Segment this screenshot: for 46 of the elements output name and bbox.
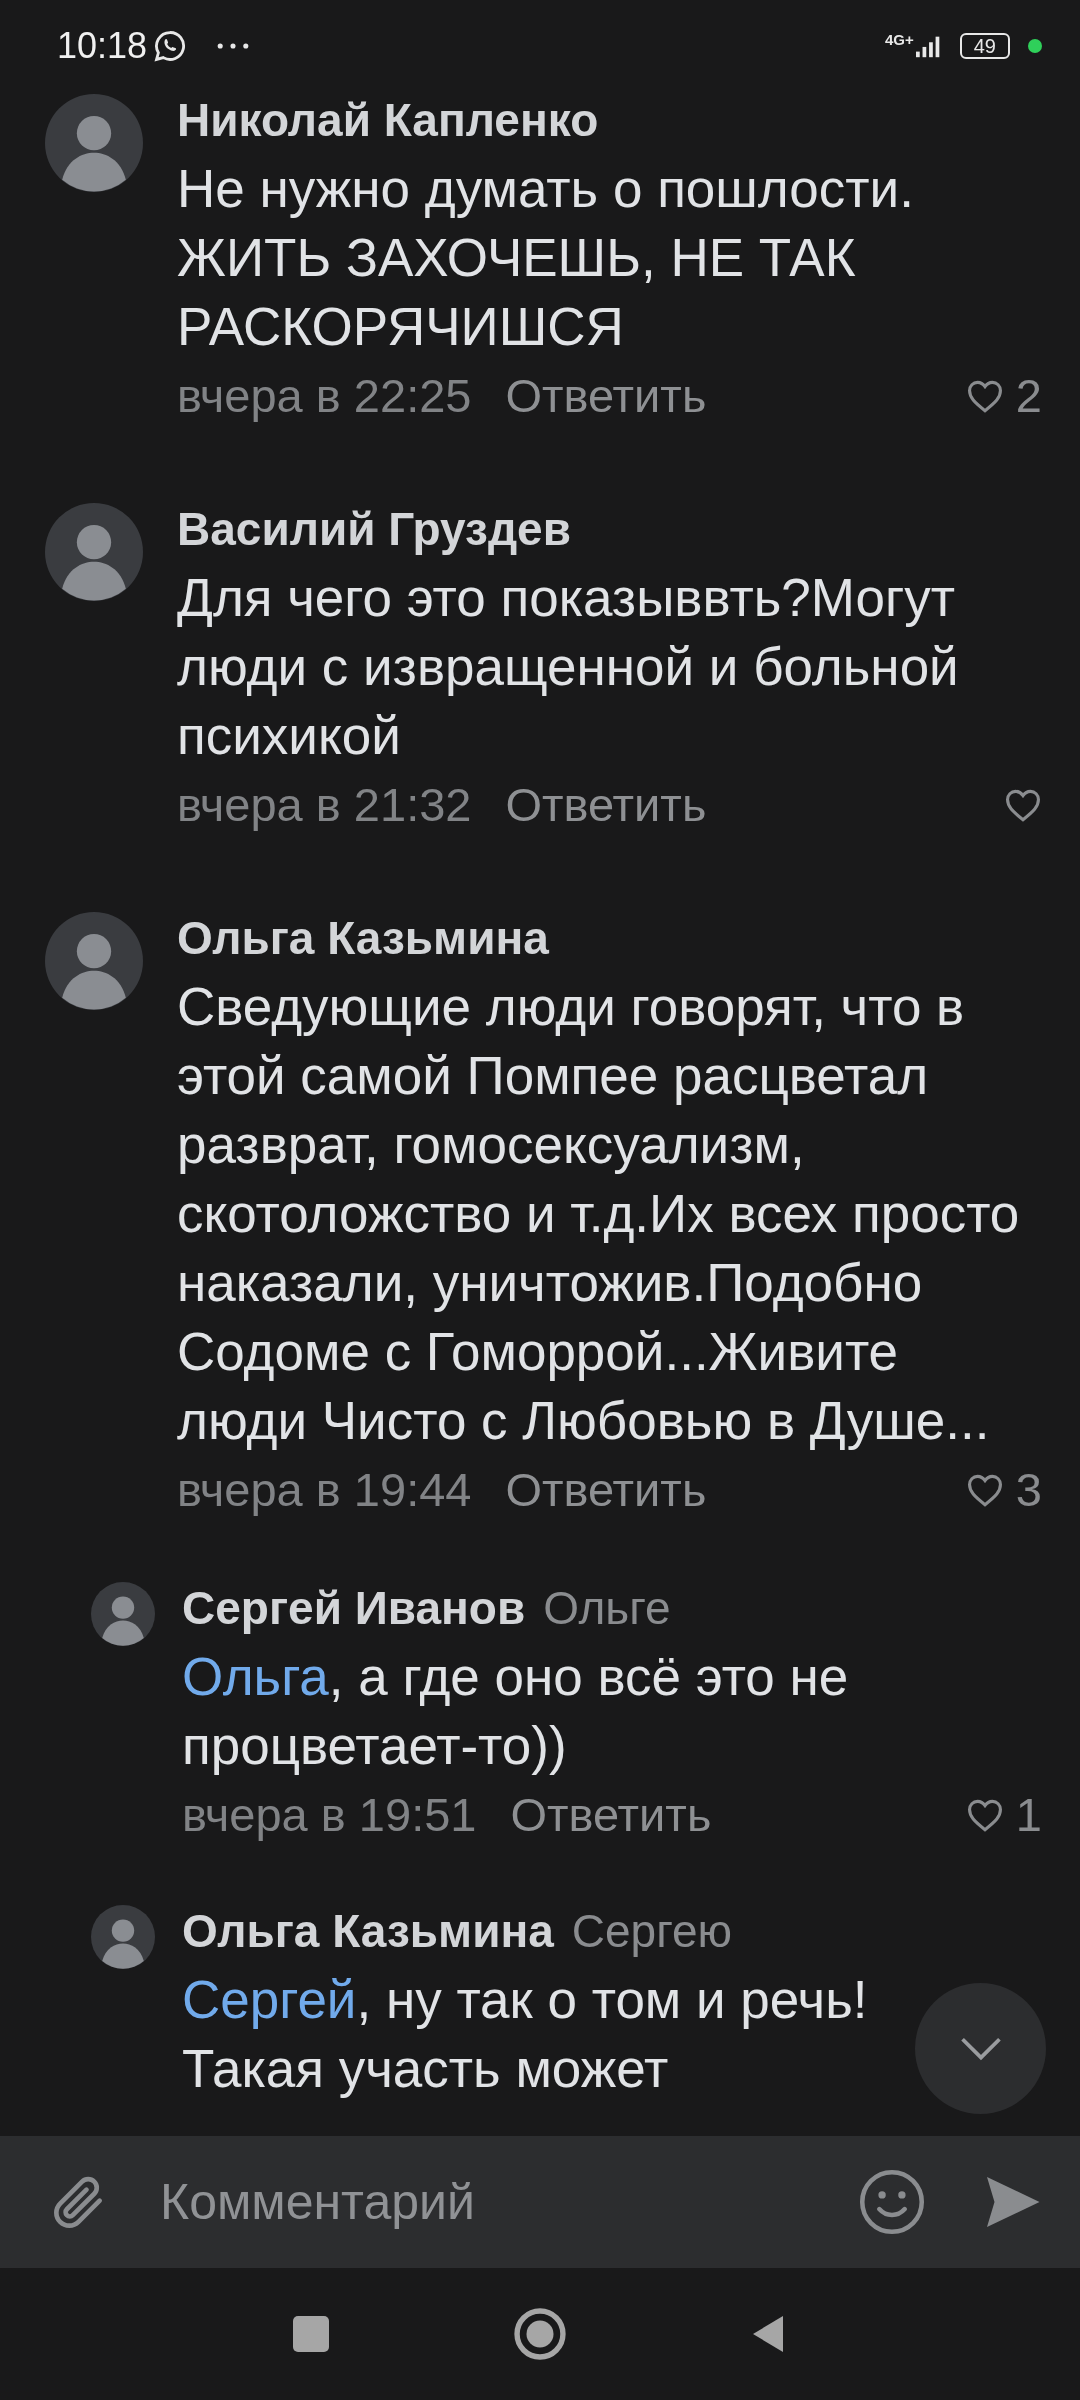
clock: 10:18 (57, 25, 148, 67)
like-icon[interactable] (965, 379, 1004, 413)
comment-bar[interactable]: Комментарий (0, 2136, 1080, 2268)
reply-link[interactable]: Ответить (510, 1780, 712, 1850)
comment-time: вчера в 21:32 (177, 777, 472, 833)
comment-text: Сергей, ну так о том и речь! Такая участь может (182, 1969, 869, 2100)
avatar[interactable] (91, 1582, 155, 1646)
reply-link[interactable]: Ответить (505, 770, 707, 840)
comment-time: вчера в 19:44 (177, 1462, 472, 1518)
author-name[interactable]: Ольга Казьмина (182, 1903, 554, 1959)
like-count: 2 (1015, 368, 1042, 424)
avatar[interactable] (45, 94, 143, 192)
chat-bubble-icon (153, 29, 188, 63)
author-name[interactable]: Николай Капленко (177, 92, 599, 148)
status-dot (1028, 39, 1042, 53)
author-name[interactable]: Ольга Казьмина (177, 910, 549, 966)
network-type: 4G+ (884, 30, 914, 48)
more-icon (217, 42, 250, 50)
author-name[interactable]: Сергей Иванов (182, 1580, 526, 1636)
comment-text: Не нужно думать о пошлости. ЖИТЬ ЗАХОЧЕШЬ, НЕ ТАК РАСКОРЯЧИШСЯ (177, 158, 915, 358)
battery-indicator: 49 (959, 33, 1010, 59)
smiley-icon[interactable] (858, 2168, 926, 2236)
like-icon[interactable] (965, 1473, 1004, 1507)
comment-input[interactable]: Комментарий (160, 2167, 858, 2237)
like-count: 3 (1015, 1462, 1042, 1518)
reply-link[interactable]: Ответить (505, 361, 707, 431)
reply-to: Сергею (571, 1904, 733, 1959)
reply-link[interactable]: Ответить (505, 1455, 707, 1525)
comment-time: вчера в 22:25 (177, 368, 472, 424)
avatar[interactable] (91, 1905, 155, 1969)
avatar[interactable] (45, 912, 143, 1010)
mention-link[interactable]: Сергей (182, 1970, 357, 2029)
author-name[interactable]: Василий Груздев (177, 501, 571, 557)
like-count: 1 (1015, 1787, 1042, 1843)
comment-text: Для чего это показыввть?Могут люди с извращенной и больной психикой (177, 567, 960, 767)
comment-text: Сведующие люди говорят, что в этой самой Помпее расцветал разврат, гомосексуализм, скотоложство и т.д.Их всех просто наказали, уничтожив.Подобно Содоме с Гоморрой...Живите люди Чисто с Любовью в Душе... (177, 976, 1021, 1452)
home-icon[interactable] (513, 2307, 567, 2361)
chevron-down-icon (958, 2035, 1003, 2062)
like-icon[interactable] (965, 1798, 1004, 1832)
like-icon[interactable] (1004, 788, 1042, 822)
reply-to: Ольге (543, 1581, 671, 1636)
comment-text: Ольга, а где оно всё это не процветает-то)) (182, 1646, 850, 1777)
recents-icon[interactable] (291, 2314, 331, 2354)
avatar[interactable] (45, 503, 143, 601)
mention-link[interactable]: Ольга (182, 1647, 329, 1706)
comment-time: вчера в 19:51 (182, 1787, 477, 1843)
